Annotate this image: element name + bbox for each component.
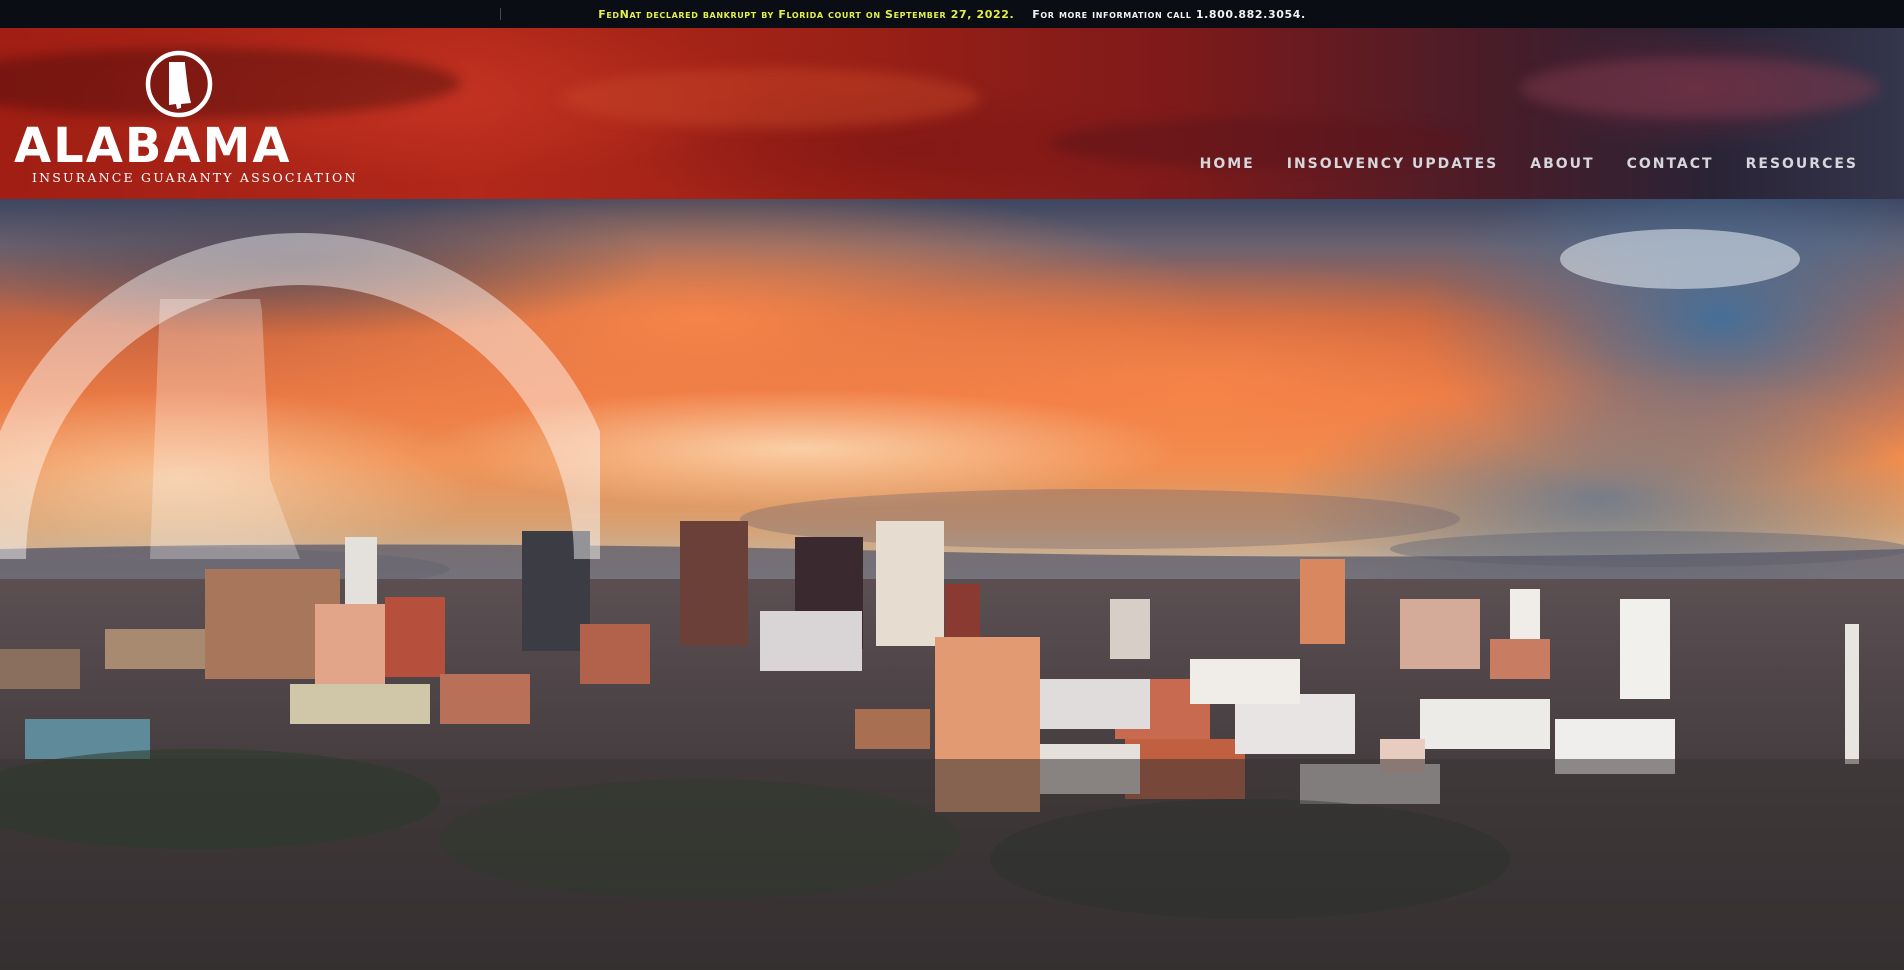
nav-item-about[interactable]: ABOUT: [1530, 156, 1594, 172]
brand-name: ALABAMA: [14, 118, 292, 174]
announcement-bar: FedNat declared bankrupt by Florida cour…: [0, 0, 1904, 28]
announcement-divider: [500, 8, 501, 20]
site-header: ALABAMA INSURANCE GUARANTY ASSOCIATION H…: [0, 28, 1904, 199]
alabama-watermark-icon: [0, 233, 600, 559]
nav-item-resources[interactable]: RESOURCES: [1746, 156, 1858, 172]
nav-item-contact[interactable]: CONTACT: [1627, 156, 1714, 172]
announcement-alert-text: FedNat declared bankrupt by Florida cour…: [598, 7, 1015, 21]
header-cloud-shape: [1520, 58, 1880, 118]
header-cloud-shape: [560, 68, 980, 128]
brand-tagline: INSURANCE GUARANTY ASSOCIATION: [32, 170, 358, 185]
hero-city-skyline-image: [0, 199, 1904, 970]
nav-item-home[interactable]: HOME: [1200, 156, 1255, 172]
nav-item-insolvency-updates[interactable]: INSOLVENCY UPDATES: [1287, 156, 1499, 172]
main-navigation: HOME INSOLVENCY UPDATES ABOUT CONTACT RE…: [1200, 156, 1858, 172]
site-logo[interactable]: ALABAMA INSURANCE GUARANTY ASSOCIATION: [14, 48, 358, 199]
alabama-state-seal-icon: [145, 50, 213, 118]
page: FedNat declared bankrupt by Florida cour…: [0, 0, 1904, 970]
announcement-info-text: For more information call 1.800.882.3054…: [1032, 7, 1306, 21]
